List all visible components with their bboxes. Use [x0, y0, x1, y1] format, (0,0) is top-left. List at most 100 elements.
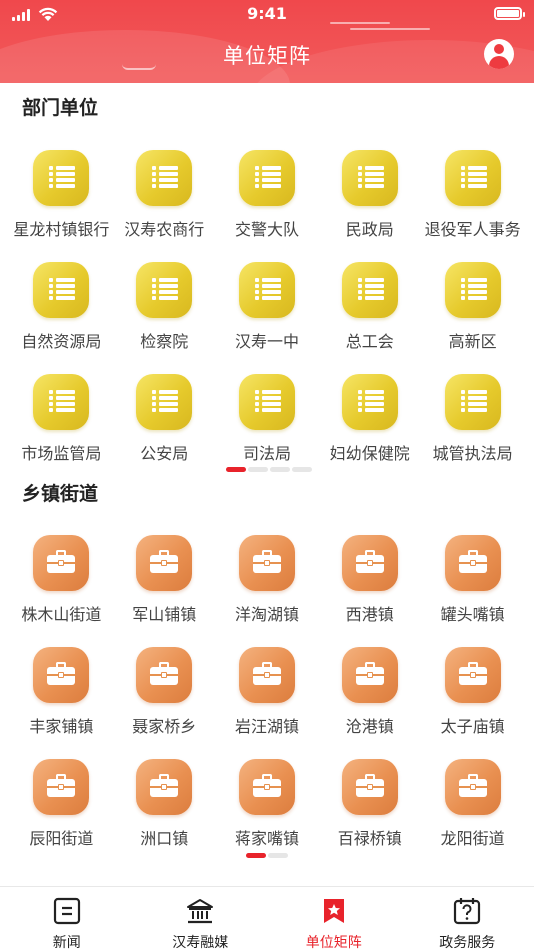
- towns-item[interactable]: 军山铺镇: [113, 535, 216, 647]
- briefcase-icon: [33, 647, 90, 703]
- towns-item[interactable]: 辰阳街道: [10, 759, 113, 871]
- app-header: 9:41 单位矩阵: [0, 0, 534, 83]
- pager-dot[interactable]: [292, 467, 312, 472]
- departments-item[interactable]: 民政局: [318, 150, 421, 262]
- list-icon: [238, 374, 295, 430]
- briefcase-glyph: [150, 550, 179, 574]
- towns-item[interactable]: 太子庙镇: [421, 647, 524, 759]
- towns-item[interactable]: 洲口镇: [113, 759, 216, 871]
- towns-item[interactable]: 罐头嘴镇: [421, 535, 524, 647]
- towns-item-label: 辰阳街道: [29, 829, 94, 848]
- towns-grid: 株木山街道 军山铺镇 洋淘湖镇 西港镇 罐头嘴镇丰家铺镇 聂家桥乡 岩汪湖镇 沧港镇 太子庙镇辰…: [10, 535, 524, 871]
- departments-item-label: 退役军人事务: [424, 220, 521, 239]
- tab-media[interactable]: 汉寿融媒: [134, 887, 268, 950]
- briefcase-icon: [136, 759, 193, 815]
- list-glyph: [357, 166, 384, 188]
- list-glyph: [254, 278, 281, 300]
- list-glyph: [49, 390, 76, 412]
- briefcase-glyph: [355, 662, 384, 686]
- towns-item[interactable]: 株木山街道: [10, 535, 113, 647]
- towns-item-label: 军山铺镇: [132, 605, 197, 624]
- battery-icon: [494, 7, 525, 20]
- list-glyph: [254, 390, 281, 412]
- departments-item[interactable]: 妇幼保健院: [318, 374, 421, 486]
- towns-item-label: 罐头嘴镇: [440, 605, 505, 624]
- departments-item[interactable]: 汉寿一中: [216, 262, 319, 374]
- list-icon: [33, 374, 90, 430]
- pager-dot[interactable]: [246, 853, 266, 858]
- list-icon: [238, 150, 295, 206]
- briefcase-icon: [33, 759, 90, 815]
- pager-dot[interactable]: [268, 853, 288, 858]
- briefcase-glyph: [458, 662, 487, 686]
- briefcase-glyph: [355, 774, 384, 798]
- bottom-tab-bar: 新闻 汉寿融媒 单位矩阵 政务服务: [0, 886, 534, 950]
- pager-dot[interactable]: [248, 467, 268, 472]
- briefcase-icon: [33, 535, 90, 591]
- list-glyph: [49, 166, 76, 188]
- news-icon: [53, 897, 80, 925]
- departments-item[interactable]: 市场监管局: [10, 374, 113, 486]
- towns-item[interactable]: 聂家桥乡: [113, 647, 216, 759]
- departments-item-label: 市场监管局: [21, 444, 102, 463]
- departments-item[interactable]: 自然资源局: [10, 262, 113, 374]
- list-icon: [444, 262, 501, 318]
- bank-icon: [187, 899, 214, 924]
- tab-label: 政务服务: [439, 935, 496, 950]
- tab-unit-matrix[interactable]: 单位矩阵: [267, 887, 401, 950]
- list-icon: [136, 150, 193, 206]
- towns-item[interactable]: 百禄桥镇: [318, 759, 421, 871]
- towns-item[interactable]: 沧港镇: [318, 647, 421, 759]
- departments-item[interactable]: 总工会: [318, 262, 421, 374]
- towns-item-label: 龙阳街道: [440, 829, 505, 848]
- towns-item[interactable]: 洋淘湖镇: [216, 535, 319, 647]
- towns-item[interactable]: 龙阳街道: [421, 759, 524, 871]
- pager-dot[interactable]: [226, 467, 246, 472]
- list-icon: [341, 262, 398, 318]
- towns-item-label: 洋淘湖镇: [234, 605, 299, 624]
- briefcase-glyph: [150, 774, 179, 798]
- briefcase-glyph: [47, 550, 76, 574]
- calendar-question-icon: [454, 898, 481, 925]
- towns-item-label: 百禄桥镇: [337, 829, 402, 848]
- departments-item-label: 检察院: [140, 332, 189, 351]
- page-title: 单位矩阵: [223, 44, 311, 68]
- briefcase-glyph: [458, 774, 487, 798]
- towns-item[interactable]: 丰家铺镇: [10, 647, 113, 759]
- departments-item-label: 总工会: [345, 332, 394, 351]
- briefcase-glyph: [355, 550, 384, 574]
- departments-item[interactable]: 退役军人事务: [421, 150, 524, 262]
- list-icon: [341, 374, 398, 430]
- departments-item[interactable]: 星龙村镇银行: [10, 150, 113, 262]
- departments-item[interactable]: 汉寿农商行: [113, 150, 216, 262]
- departments-item[interactable]: 交警大队: [216, 150, 319, 262]
- list-glyph: [152, 390, 179, 412]
- towns-item[interactable]: 西港镇: [318, 535, 421, 647]
- list-icon: [341, 150, 398, 206]
- briefcase-glyph: [252, 662, 281, 686]
- briefcase-icon: [341, 535, 398, 591]
- user-avatar-icon[interactable]: [484, 39, 514, 69]
- briefcase-glyph: [47, 774, 76, 798]
- departments-item[interactable]: 高新区: [421, 262, 524, 374]
- departments-item[interactable]: 公安局: [113, 374, 216, 486]
- towns-pager: [246, 853, 288, 858]
- departments-item[interactable]: 城管执法局: [421, 374, 524, 486]
- briefcase-icon: [341, 647, 398, 703]
- list-icon: [444, 150, 501, 206]
- departments-item-label: 司法局: [242, 444, 291, 463]
- briefcase-icon: [444, 647, 501, 703]
- briefcase-icon: [238, 647, 295, 703]
- departments-item-label: 汉寿一中: [234, 332, 299, 351]
- list-glyph: [460, 278, 487, 300]
- towns-item-label: 太子庙镇: [440, 717, 505, 736]
- departments-item-label: 公安局: [140, 444, 189, 463]
- pager-dot[interactable]: [270, 467, 290, 472]
- list-icon: [136, 374, 193, 430]
- list-glyph: [460, 166, 487, 188]
- tab-government-services[interactable]: 政务服务: [401, 887, 534, 950]
- towns-item[interactable]: 岩汪湖镇: [216, 647, 319, 759]
- bookmark-star-icon: [323, 899, 344, 923]
- departments-item[interactable]: 检察院: [113, 262, 216, 374]
- tab-news[interactable]: 新闻: [0, 887, 134, 950]
